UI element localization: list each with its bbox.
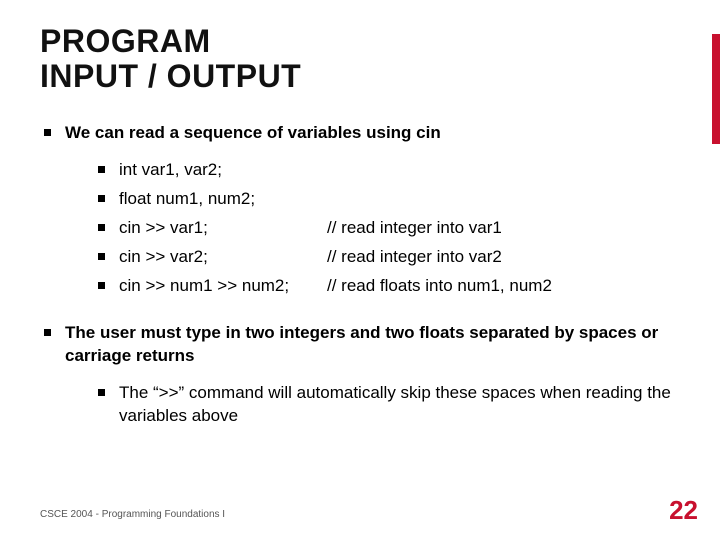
code-stmt: cin >> var2; xyxy=(119,246,327,269)
code-stmt: cin >> num1 >> num2; xyxy=(119,275,327,298)
code-stmt: int var1, var2; xyxy=(119,159,327,182)
code-stmt: cin >> var1; xyxy=(119,217,327,240)
code-line: cin >> var2; // read integer into var2 xyxy=(98,246,680,269)
accent-bar xyxy=(712,34,720,144)
code-sublist: int var1, var2; float num1, num2; cin >>… xyxy=(98,159,680,298)
slide-content: PROGRAM INPUT / OUTPUT We can read a seq… xyxy=(0,0,720,428)
code-comment: // read integer into var1 xyxy=(327,217,502,240)
code-line: cin >> var1; // read integer into var1 xyxy=(98,217,680,240)
title-line-2: INPUT / OUTPUT xyxy=(40,58,301,94)
bullet-square-icon xyxy=(44,329,51,336)
code-comment: // read floats into num1, num2 xyxy=(327,275,552,298)
bullet-square-icon xyxy=(98,195,105,202)
sub-bullet: The “>>” command will automatically skip… xyxy=(98,382,680,428)
code-line: int var1, var2; xyxy=(98,159,680,182)
bullet-square-icon xyxy=(44,129,51,136)
page-number: 22 xyxy=(669,495,698,526)
bullet-square-icon xyxy=(98,166,105,173)
bullet-level1: We can read a sequence of variables usin… xyxy=(44,122,680,145)
bullet-text: The user must type in two integers and t… xyxy=(65,322,680,368)
title-line-1: PROGRAM xyxy=(40,23,211,59)
bullet-square-icon xyxy=(98,282,105,289)
sublist: The “>>” command will automatically skip… xyxy=(98,382,680,428)
bullet-square-icon xyxy=(98,253,105,260)
bullet-level1: The user must type in two integers and t… xyxy=(44,322,680,368)
code-line: float num1, num2; xyxy=(98,188,680,211)
code-comment: // read integer into var2 xyxy=(327,246,502,269)
bullet-square-icon xyxy=(98,389,105,396)
code-line: cin >> num1 >> num2; // read floats into… xyxy=(98,275,680,298)
sub-bullet-text: The “>>” command will automatically skip… xyxy=(119,382,680,428)
bullet-square-icon xyxy=(98,224,105,231)
footer-text: CSCE 2004 - Programming Foundations I xyxy=(40,509,225,520)
slide-title: PROGRAM INPUT / OUTPUT xyxy=(40,24,680,94)
bullet-text: We can read a sequence of variables usin… xyxy=(65,122,441,145)
code-stmt: float num1, num2; xyxy=(119,188,327,211)
